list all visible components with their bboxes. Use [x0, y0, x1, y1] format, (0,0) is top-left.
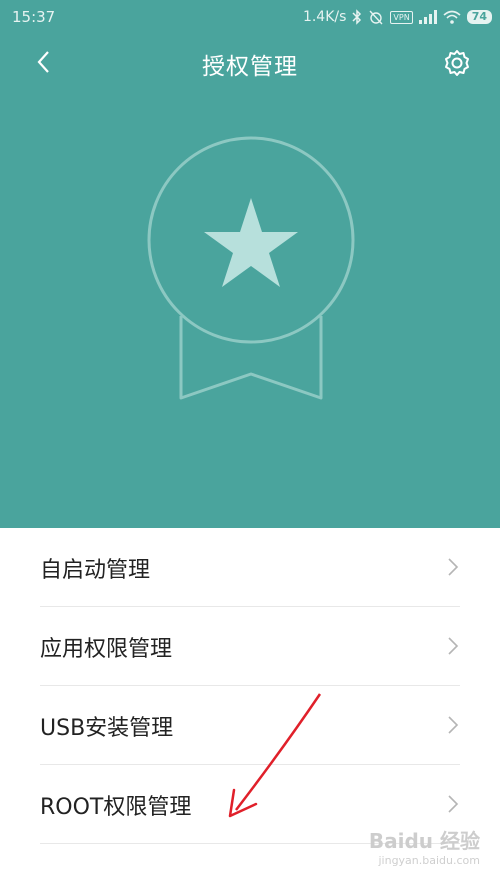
chevron-right-icon [448, 558, 459, 576]
header-area: 15:37 1.4K/s VPN 74 授权管理 [0, 0, 500, 528]
watermark-text: Baidu 经验 [368, 829, 480, 853]
battery-icon: 74 [466, 10, 492, 24]
menu-item-label: 应用权限管理 [40, 637, 173, 662]
status-time: 15:37 [12, 8, 56, 26]
wifi-icon [443, 10, 461, 24]
chevron-right-icon [448, 795, 459, 813]
menu-item-label: USB安装管理 [40, 716, 174, 741]
status-bar: 15:37 1.4K/s VPN 74 [0, 0, 500, 34]
menu-item-autostart[interactable]: 自启动管理 [40, 528, 460, 607]
star-medal-icon [147, 136, 355, 400]
menu-item-label: ROOT权限管理 [40, 795, 192, 820]
navbar: 授权管理 [0, 34, 500, 92]
chevron-right-icon [448, 637, 459, 655]
vpn-icon: VPN [390, 10, 413, 24]
gear-icon [445, 50, 469, 76]
alarm-off-icon [369, 10, 383, 25]
signal-icon [418, 10, 437, 24]
chevron-right-icon [448, 716, 459, 734]
settings-button[interactable] [442, 48, 472, 78]
menu-item-label: 自启动管理 [40, 558, 151, 583]
watermark: Baidu 经验 jingyan.baidu.com [369, 825, 480, 867]
bluetooth-icon [352, 9, 362, 25]
menu-list: 自启动管理 应用权限管理 USB安装管理 ROOT权限管理 [0, 528, 500, 844]
watermark-url: jingyan.baidu.com [378, 854, 480, 867]
status-icons: 1.4K/s VPN 74 [303, 7, 492, 27]
page-title: 授权管理 [202, 54, 298, 80]
menu-item-usb-install[interactable]: USB安装管理 [40, 686, 460, 765]
menu-item-app-permissions[interactable]: 应用权限管理 [40, 607, 460, 686]
network-speed: 1.4K/s [302, 9, 347, 25]
